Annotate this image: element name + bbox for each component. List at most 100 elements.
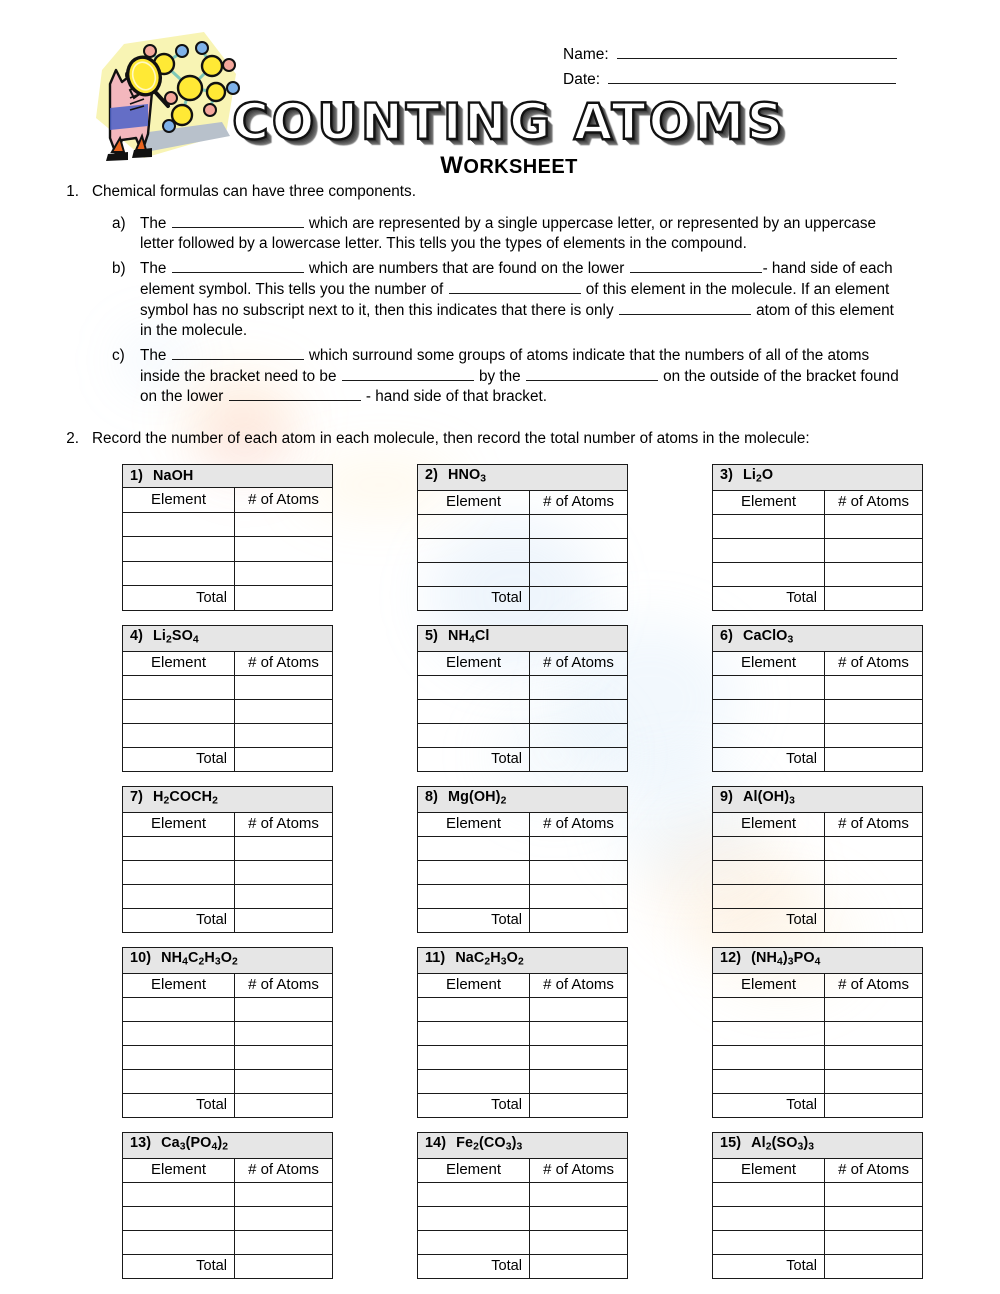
atom-count-answer-cell[interactable] [234, 883, 333, 909]
element-answer-cell[interactable] [712, 698, 825, 724]
total-answer-cell[interactable] [233, 585, 334, 611]
element-answer-cell[interactable] [417, 698, 530, 724]
element-answer-cell[interactable] [712, 1020, 826, 1046]
element-answer-cell[interactable] [122, 722, 235, 748]
atom-count-answer-cell[interactable] [528, 1044, 629, 1070]
element-answer-cell[interactable] [712, 513, 826, 539]
element-answer-cell[interactable] [712, 996, 826, 1022]
atom-count-answer-cell[interactable] [824, 513, 924, 539]
atom-count-answer-cell[interactable] [823, 859, 924, 885]
atom-count-answer-cell[interactable] [529, 1205, 629, 1231]
total-answer-cell[interactable] [234, 746, 333, 772]
atom-count-answer-cell[interactable] [234, 1068, 333, 1094]
element-answer-cell[interactable] [122, 1181, 235, 1207]
total-answer-cell[interactable] [823, 746, 924, 772]
element-answer-cell[interactable] [417, 722, 530, 748]
element-answer-cell[interactable] [122, 1020, 235, 1046]
total-answer-cell[interactable] [529, 1253, 629, 1279]
atom-count-answer-cell[interactable] [234, 674, 333, 700]
element-answer-cell[interactable] [712, 722, 825, 748]
fill-in-blank[interactable] [341, 367, 474, 381]
atom-count-answer-cell[interactable] [234, 698, 333, 724]
atom-count-answer-cell[interactable] [528, 1020, 629, 1046]
atom-count-answer-cell[interactable] [234, 996, 333, 1022]
atom-count-answer-cell[interactable] [529, 674, 628, 700]
element-answer-cell[interactable] [712, 1205, 826, 1231]
element-answer-cell[interactable] [122, 1205, 235, 1231]
atom-count-answer-cell[interactable] [233, 1205, 334, 1231]
element-answer-cell[interactable] [417, 996, 530, 1022]
element-answer-cell[interactable] [122, 996, 235, 1022]
atom-count-answer-cell[interactable] [823, 835, 924, 861]
element-answer-cell[interactable] [417, 1181, 531, 1207]
atom-count-answer-cell[interactable] [824, 1181, 924, 1207]
atom-count-answer-cell[interactable] [824, 1205, 924, 1231]
date-input-line[interactable] [608, 70, 897, 84]
name-input-line[interactable] [616, 45, 897, 59]
atom-count-answer-cell[interactable] [234, 859, 333, 885]
element-answer-cell[interactable] [417, 835, 530, 861]
atom-count-answer-cell[interactable] [824, 1044, 924, 1070]
atom-count-answer-cell[interactable] [233, 560, 334, 587]
element-answer-cell[interactable] [712, 674, 825, 700]
atom-count-answer-cell[interactable] [234, 722, 333, 748]
fill-in-blank[interactable] [171, 259, 304, 274]
element-answer-cell[interactable] [712, 1229, 826, 1255]
atom-count-answer-cell[interactable] [529, 1229, 629, 1255]
element-answer-cell[interactable] [712, 835, 825, 861]
element-answer-cell[interactable] [417, 883, 530, 909]
atom-count-answer-cell[interactable] [233, 1229, 334, 1255]
element-answer-cell[interactable] [122, 698, 235, 724]
total-answer-cell[interactable] [823, 907, 924, 933]
element-answer-cell[interactable] [417, 1020, 530, 1046]
fill-in-blank[interactable] [618, 301, 751, 315]
atom-count-answer-cell[interactable] [823, 674, 924, 700]
element-answer-cell[interactable] [417, 674, 530, 700]
fill-in-blank[interactable] [171, 346, 304, 360]
element-answer-cell[interactable] [712, 1181, 826, 1207]
element-answer-cell[interactable] [122, 1068, 235, 1094]
total-answer-cell[interactable] [233, 1253, 334, 1279]
atom-count-answer-cell[interactable] [824, 1229, 924, 1255]
element-answer-cell[interactable] [417, 859, 530, 885]
element-answer-cell[interactable] [122, 560, 235, 587]
element-answer-cell[interactable] [122, 674, 235, 700]
element-answer-cell[interactable] [417, 537, 531, 563]
atom-count-answer-cell[interactable] [528, 1068, 629, 1094]
total-answer-cell[interactable] [824, 585, 924, 611]
element-answer-cell[interactable] [122, 511, 235, 538]
atom-count-answer-cell[interactable] [823, 698, 924, 724]
element-answer-cell[interactable] [712, 1068, 826, 1094]
fill-in-blank[interactable] [525, 367, 658, 381]
atom-count-answer-cell[interactable] [234, 1020, 333, 1046]
element-answer-cell[interactable] [417, 1205, 531, 1231]
element-answer-cell[interactable] [122, 1229, 235, 1255]
atom-count-answer-cell[interactable] [529, 722, 628, 748]
atom-count-answer-cell[interactable] [529, 561, 629, 587]
total-answer-cell[interactable] [824, 1253, 924, 1279]
atom-count-answer-cell[interactable] [234, 835, 333, 861]
atom-count-answer-cell[interactable] [529, 537, 629, 563]
fill-in-blank[interactable] [448, 280, 581, 294]
atom-count-answer-cell[interactable] [529, 883, 628, 909]
fill-in-blank[interactable] [629, 259, 762, 274]
element-answer-cell[interactable] [417, 1044, 530, 1070]
element-answer-cell[interactable] [122, 1044, 235, 1070]
element-answer-cell[interactable] [417, 561, 531, 587]
element-answer-cell[interactable] [417, 513, 531, 539]
element-answer-cell[interactable] [712, 859, 825, 885]
element-answer-cell[interactable] [712, 537, 826, 563]
atom-count-answer-cell[interactable] [233, 1181, 334, 1207]
total-answer-cell[interactable] [529, 585, 629, 611]
atom-count-answer-cell[interactable] [824, 561, 924, 587]
element-answer-cell[interactable] [712, 561, 826, 587]
total-answer-cell[interactable] [529, 746, 628, 772]
element-answer-cell[interactable] [417, 1229, 531, 1255]
fill-in-blank[interactable] [228, 387, 361, 402]
atom-count-answer-cell[interactable] [529, 698, 628, 724]
atom-count-answer-cell[interactable] [529, 835, 628, 861]
atom-count-answer-cell[interactable] [234, 1044, 333, 1070]
atom-count-answer-cell[interactable] [824, 996, 924, 1022]
atom-count-answer-cell[interactable] [233, 511, 334, 538]
atom-count-answer-cell[interactable] [824, 537, 924, 563]
